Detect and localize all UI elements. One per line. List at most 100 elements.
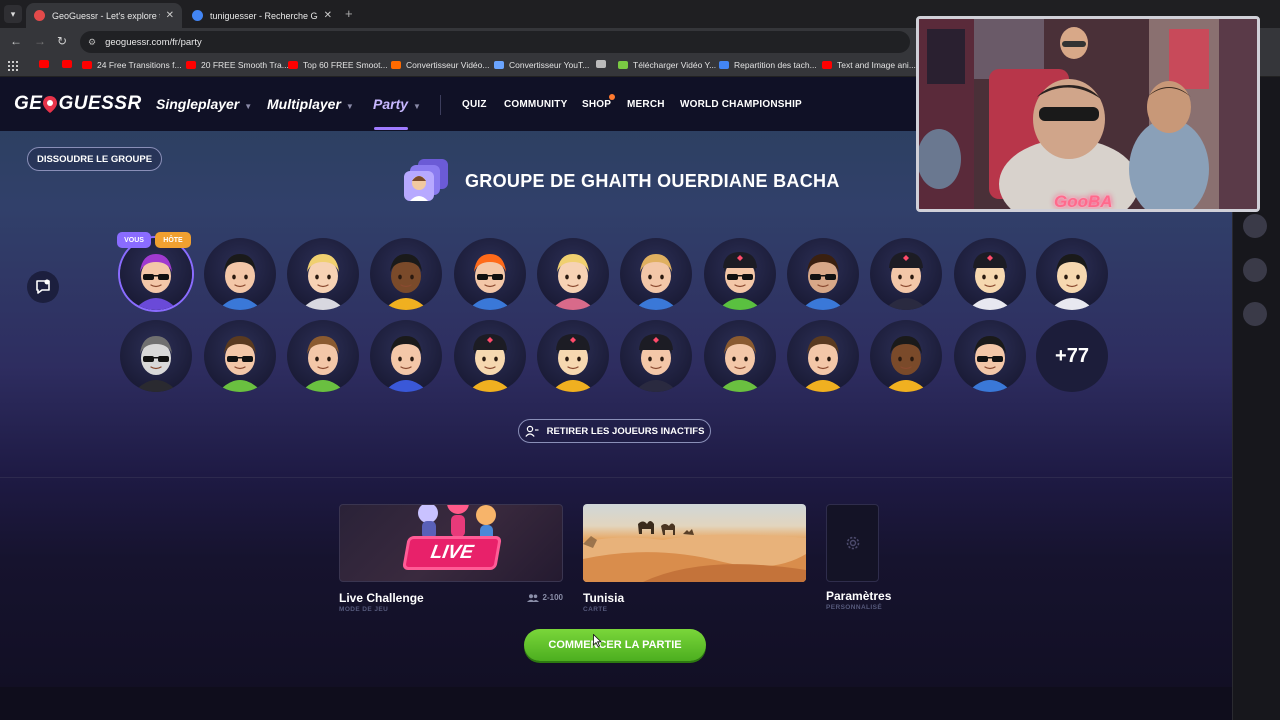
tab-search-button[interactable]: ▾ bbox=[4, 5, 22, 23]
dissolve-group-button[interactable]: DISSOUDRE LE GROUPE bbox=[27, 147, 162, 171]
tab-close-icon[interactable]: ✕ bbox=[166, 10, 174, 21]
section-divider bbox=[0, 477, 1232, 478]
logo-text-left: GE bbox=[14, 93, 43, 114]
chevron-down-icon: ▼ bbox=[345, 102, 354, 111]
tunisia-map-image bbox=[583, 504, 806, 582]
bookmark-item[interactable]: Repartition des tach... bbox=[719, 60, 817, 70]
bookmark-item[interactable]: Convertisseur YouT... bbox=[494, 60, 589, 70]
bookmark-favicon-icon bbox=[822, 61, 832, 69]
more-players-count[interactable]: +77 bbox=[1036, 320, 1108, 392]
bookmark-item[interactable]: Text and Image ani... bbox=[822, 60, 916, 70]
bookmark-label: Repartition des tach... bbox=[734, 60, 817, 70]
bookmark-label: Top 60 FREE Smoot... bbox=[303, 60, 388, 70]
bookmark-favicon-icon bbox=[39, 60, 49, 68]
browser-tab-google[interactable]: tuniguesser - Recherche Googl ✕ bbox=[184, 3, 340, 28]
page-footer-area bbox=[0, 687, 1232, 720]
nav-multiplayer[interactable]: Multiplayer ▼ bbox=[267, 96, 354, 112]
nav-separator bbox=[440, 95, 441, 115]
new-tab-button[interactable]: + bbox=[345, 6, 353, 21]
player-avatar[interactable] bbox=[537, 320, 609, 392]
site-settings-icon[interactable]: ⚙ bbox=[88, 37, 96, 48]
player-avatar[interactable] bbox=[1036, 238, 1108, 310]
player-avatar[interactable] bbox=[454, 238, 526, 310]
player-avatar[interactable] bbox=[454, 320, 526, 392]
player-avatar[interactable] bbox=[370, 320, 442, 392]
apps-grid-icon[interactable] bbox=[8, 61, 18, 71]
live-banner: LIVE bbox=[405, 539, 499, 567]
nav-singleplayer[interactable]: Singleplayer ▼ bbox=[156, 96, 252, 112]
friend-avatar[interactable] bbox=[1243, 214, 1267, 238]
group-title: GROUPE DE GHAITH OUERDIANE BACHA bbox=[465, 170, 840, 191]
player-avatar[interactable] bbox=[870, 238, 942, 310]
geoguessr-logo[interactable]: GE GUESSR bbox=[14, 93, 142, 115]
player-avatar[interactable] bbox=[787, 238, 859, 310]
nav-world-championship[interactable]: WORLD CHAMPIONSHIP bbox=[680, 99, 802, 110]
forward-arrow-icon[interactable]: → bbox=[34, 34, 46, 48]
bookmark-item[interactable]: Top 60 FREE Smoot... bbox=[288, 60, 388, 70]
remove-inactive-players-button[interactable]: RETIRER LES JOUEURS INACTIFS bbox=[518, 419, 711, 443]
player-avatar[interactable] bbox=[954, 320, 1026, 392]
player-avatar[interactable] bbox=[620, 320, 692, 392]
bookmark-favicon-icon bbox=[82, 61, 92, 69]
player-avatar[interactable] bbox=[204, 238, 276, 310]
map-title: Tunisia bbox=[583, 591, 625, 605]
geoguessr-favicon-icon bbox=[34, 10, 45, 21]
browser-tab-geoguessr[interactable]: GeoGuessr - Let's explore the w ✕ bbox=[26, 3, 182, 28]
friend-avatar[interactable] bbox=[1243, 302, 1267, 326]
tab-close-icon[interactable]: ✕ bbox=[324, 10, 332, 21]
player-avatar[interactable] bbox=[704, 320, 776, 392]
streamer-webcam-overlay: GooBA bbox=[916, 16, 1260, 212]
bookmark-label: 24 Free Transitions f... bbox=[97, 60, 182, 70]
chat-bubble-icon[interactable] bbox=[27, 271, 59, 303]
chevron-down-icon: ▼ bbox=[413, 102, 421, 111]
friend-avatar[interactable] bbox=[1243, 258, 1267, 282]
bookmark-item[interactable] bbox=[39, 60, 54, 68]
player-avatar[interactable] bbox=[287, 320, 359, 392]
gear-icon bbox=[846, 536, 859, 550]
mouse-cursor-icon bbox=[593, 634, 602, 647]
bookmark-item[interactable]: 20 FREE Smooth Tra... bbox=[186, 60, 289, 70]
map-card[interactable]: Tunisia CARTE bbox=[583, 504, 806, 613]
player-avatar[interactable] bbox=[704, 238, 776, 310]
game-mode-card[interactable]: LIVE Live Challenge MODE DE JEU 2-100 bbox=[339, 504, 563, 613]
bookmark-item[interactable]: 24 Free Transitions f... bbox=[82, 60, 182, 70]
player-avatar-self[interactable] bbox=[120, 238, 192, 310]
bookmark-item[interactable]: Convertisseur Vidéo... bbox=[391, 60, 489, 70]
nav-merch[interactable]: MERCH bbox=[627, 99, 665, 110]
bookmark-favicon-icon bbox=[494, 61, 504, 69]
live-challenge-image: LIVE bbox=[339, 504, 563, 582]
player-avatar[interactable] bbox=[537, 238, 609, 310]
start-game-button[interactable]: COMMENCER LA PARTIE bbox=[524, 629, 706, 661]
nav-community[interactable]: COMMUNITY bbox=[504, 99, 567, 110]
bookmark-favicon-icon bbox=[186, 61, 196, 69]
player-avatar[interactable] bbox=[287, 238, 359, 310]
player-avatar[interactable] bbox=[787, 320, 859, 392]
nav-multiplayer-label: Multiplayer bbox=[267, 96, 341, 112]
player-avatar[interactable] bbox=[870, 320, 942, 392]
player-avatar[interactable] bbox=[370, 238, 442, 310]
bookmark-item[interactable] bbox=[62, 60, 77, 68]
screen: ▾ GeoGuessr - Let's explore the w ✕ tuni… bbox=[0, 0, 1280, 720]
bookmark-favicon-icon bbox=[288, 61, 298, 69]
settings-subtitle: PERSONNALISÉ bbox=[826, 604, 883, 611]
reload-icon[interactable]: ↻ bbox=[57, 34, 67, 48]
party-group-icon bbox=[404, 159, 450, 203]
settings-card[interactable]: Paramètres PERSONNALISÉ bbox=[826, 504, 906, 611]
streamer-name-overlay: GooBA bbox=[1054, 192, 1113, 211]
players-icon bbox=[526, 593, 539, 602]
player-avatar[interactable] bbox=[620, 238, 692, 310]
player-avatar[interactable] bbox=[954, 238, 1026, 310]
nav-party[interactable]: Party ▼ bbox=[373, 96, 421, 112]
nav-quiz[interactable]: QUIZ bbox=[462, 99, 487, 110]
nav-shop[interactable]: SHOP bbox=[582, 99, 611, 110]
bookmark-item[interactable] bbox=[596, 60, 611, 68]
back-arrow-icon[interactable]: ← bbox=[10, 34, 22, 48]
chevron-down-icon: ▼ bbox=[244, 102, 253, 111]
player-avatar[interactable] bbox=[120, 320, 192, 392]
address-bar[interactable]: ⚙ geoguessr.com/fr/party bbox=[80, 31, 910, 53]
settings-tile bbox=[826, 504, 879, 582]
player-avatar[interactable] bbox=[204, 320, 276, 392]
bookmark-label: Télécharger Vidéo Y... bbox=[633, 60, 717, 70]
bookmark-item[interactable]: Télécharger Vidéo Y... bbox=[618, 60, 716, 70]
tab-title: GeoGuessr - Let's explore the w bbox=[52, 10, 160, 21]
